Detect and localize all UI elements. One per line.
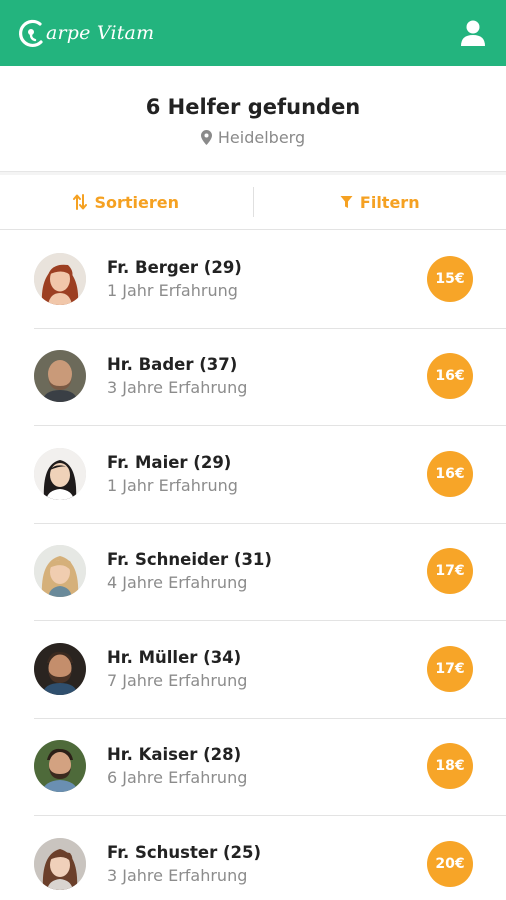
avatar [34,252,86,305]
price-badge: 17€ [427,645,473,692]
map-pin-icon [200,129,212,145]
helper-list: Fr. Berger (29) 1 Jahr Erfahrung 15€ Hr.… [0,230,506,900]
helper-info: Fr. Berger (29) 1 Jahr Erfahrung [107,258,427,300]
helper-row[interactable]: Fr. Schneider (31) 4 Jahre Erfahrung 17€ [0,522,506,621]
app-root: arpe Vitam 6 Helfer gefunden Heidelberg [0,0,506,900]
woman-red-hair-avatar-icon [34,252,86,305]
man-beard-outdoor-avatar-icon [34,740,86,793]
helper-name: Fr. Maier (29) [107,452,232,472]
helper-experience: 7 Jahre Erfahrung [107,670,248,690]
filter-button[interactable]: Filtern [254,175,506,229]
sort-arrows-icon [73,194,88,210]
sort-filter-bar: Sortieren Filtern [0,172,506,230]
helper-info: Fr. Maier (29) 1 Jahr Erfahrung [107,453,427,495]
sort-button[interactable]: Sortieren [0,175,253,229]
avatar [34,642,86,695]
helper-experience: 3 Jahre Erfahrung [107,378,248,398]
helper-row[interactable]: Hr. Kaiser (28) 6 Jahre Erfahrung 18€ [0,717,506,816]
sort-label: Sortieren [94,192,180,212]
user-icon [461,20,485,46]
helper-experience: 3 Jahre Erfahrung [107,865,248,885]
helper-row[interactable]: Fr. Berger (29) 1 Jahr Erfahrung 15€ [0,230,506,328]
top-bar: arpe Vitam [0,0,506,66]
brand-logo[interactable]: arpe Vitam [16,16,154,50]
logo-text: arpe Vitam [46,22,155,44]
avatar [34,740,86,793]
avatar [34,447,86,500]
helper-experience: 1 Jahr Erfahrung [107,280,238,300]
helper-name: Hr. Müller (34) [107,647,242,667]
price-badge: 16€ [427,450,473,497]
helper-name: Hr. Kaiser (28) [107,745,242,765]
helper-experience: 6 Jahre Erfahrung [107,768,248,788]
helper-row[interactable]: Hr. Bader (37) 3 Jahre Erfahrung 16€ [0,327,506,426]
woman-dark-hair-avatar-icon [34,447,86,500]
avatar [34,837,86,890]
man-beard-dark-avatar-icon [34,642,86,695]
helper-name: Fr. Schuster (25) [107,842,261,862]
price-badge: 15€ [427,255,473,302]
helper-row[interactable]: Fr. Schuster (25) 3 Jahre Erfahrung 20€ [0,815,506,900]
price-badge: 16€ [427,353,473,400]
results-summary: 6 Helfer gefunden Heidelberg [0,66,506,172]
profile-button[interactable] [458,18,488,48]
woman-blonde-avatar-icon [34,545,86,598]
helper-info: Hr. Bader (37) 3 Jahre Erfahrung [107,355,427,397]
helper-row[interactable]: Fr. Maier (29) 1 Jahr Erfahrung 16€ [0,425,506,523]
location-label: Heidelberg [200,127,306,147]
helper-info: Hr. Kaiser (28) 6 Jahre Erfahrung [107,745,427,787]
price-badge: 20€ [427,840,473,887]
filter-label: Filtern [359,192,420,212]
helper-name: Hr. Bader (37) [107,355,238,375]
results-title: 6 Helfer gefunden [145,94,361,119]
helper-name: Fr. Berger (29) [107,257,242,277]
helper-row[interactable]: Hr. Müller (34) 7 Jahre Erfahrung 17€ [0,620,506,718]
helper-info: Hr. Müller (34) 7 Jahre Erfahrung [107,648,427,690]
logo-c-icon [19,19,43,47]
avatar [34,545,86,598]
helper-experience: 1 Jahr Erfahrung [107,475,238,495]
location-text: Heidelberg [217,127,306,147]
helper-info: Fr. Schuster (25) 3 Jahre Erfahrung [107,843,427,885]
avatar [34,350,86,403]
helper-name: Fr. Schneider (31) [107,550,272,570]
helper-info: Fr. Schneider (31) 4 Jahre Erfahrung [107,550,427,592]
price-badge: 17€ [427,548,473,595]
filter-funnel-icon [340,196,353,208]
man-bald-avatar-icon [34,350,86,403]
woman-brown-hair-avatar-icon [34,837,86,890]
helper-experience: 4 Jahre Erfahrung [107,573,248,593]
price-badge: 18€ [427,743,473,790]
